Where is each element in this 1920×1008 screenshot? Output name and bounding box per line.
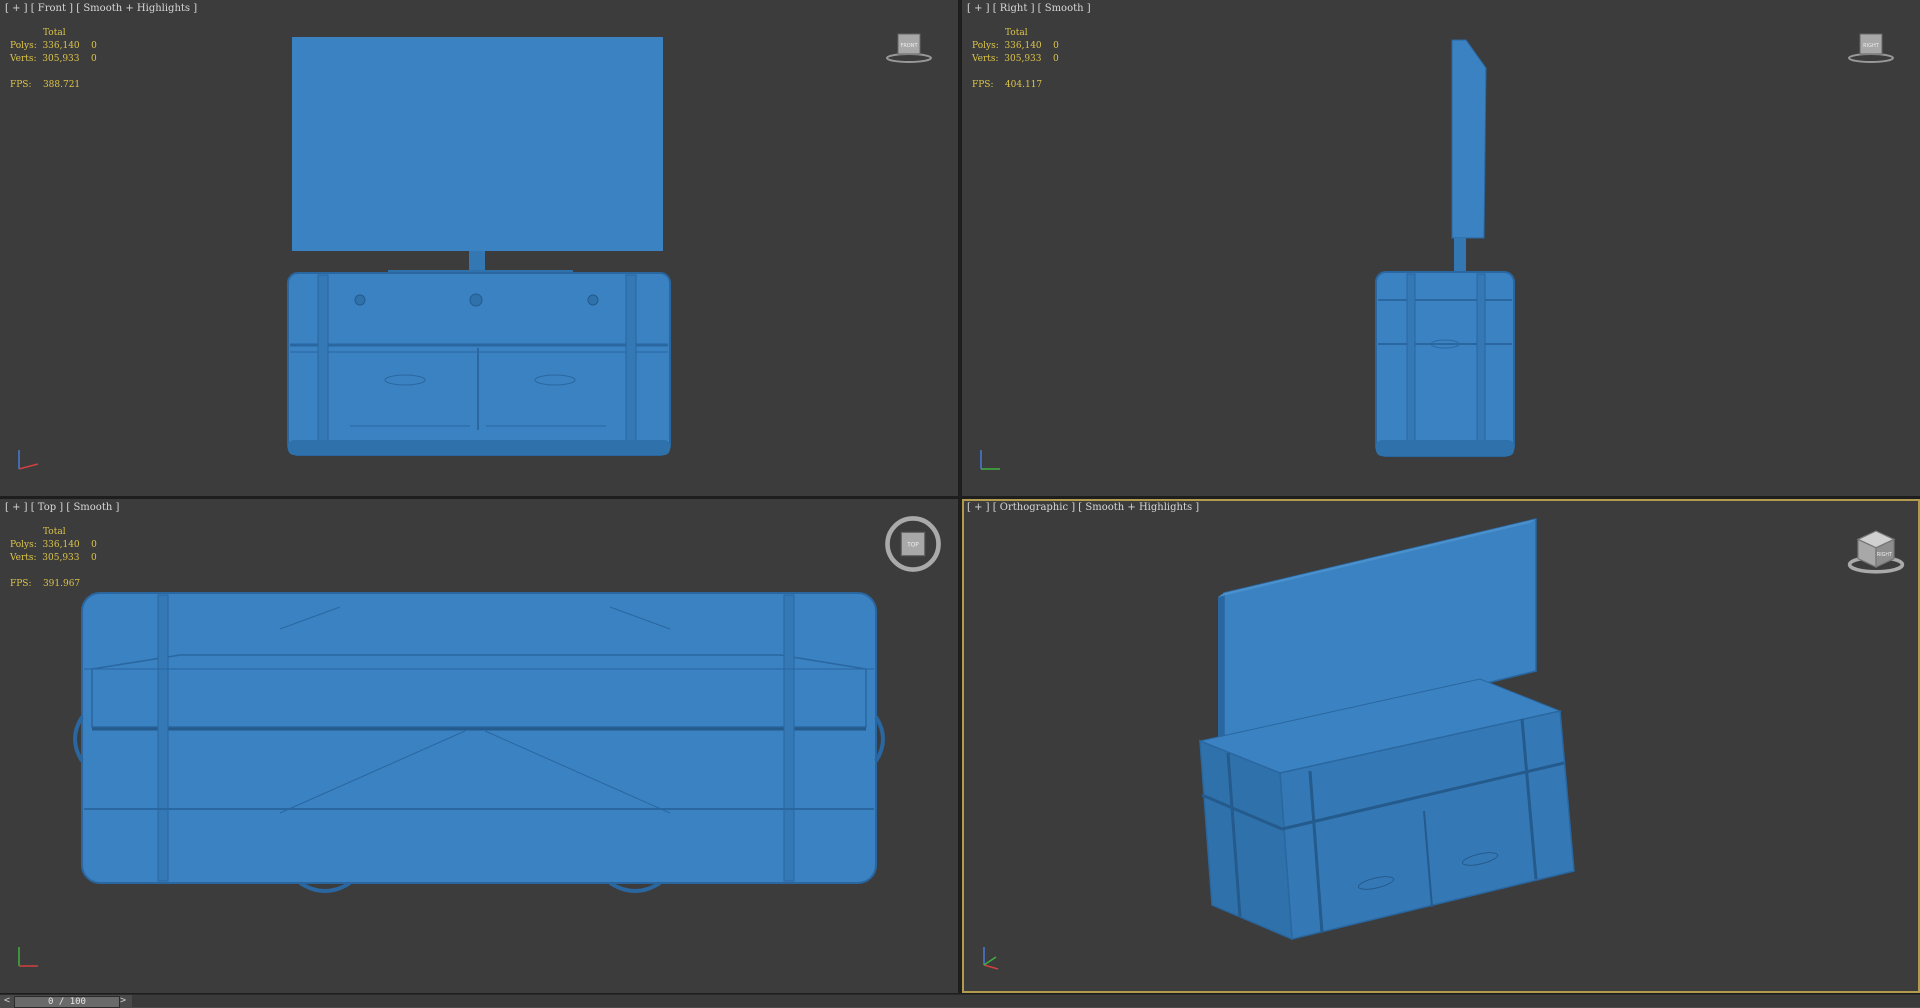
viewport-front[interactable]: [ + ] [ Front ] [ Smooth + Highlights ] …	[0, 0, 958, 496]
timeline-slider[interactable]: 0 / 100	[14, 996, 120, 1008]
model-top-view[interactable]	[0, 499, 958, 993]
model-front-view[interactable]	[0, 0, 958, 496]
timeline-track[interactable]	[132, 995, 1920, 1007]
viewport-orthographic[interactable]: [ + ] [ Orthographic ] [ Smooth + Highli…	[962, 499, 1920, 993]
axis-gizmo-icon	[980, 450, 1000, 470]
axis-gizmo-icon	[983, 947, 999, 970]
timeline-prev-button[interactable]: <	[1, 995, 13, 1007]
viewport-right[interactable]: [ + ] [ Right ] [ Smooth ] Total Polys: …	[962, 0, 1920, 496]
model-right-view[interactable]	[962, 0, 1920, 496]
axis-gizmo-icon	[18, 947, 38, 967]
model-orthographic-view[interactable]	[962, 499, 1920, 993]
axis-gizmo-icon	[18, 450, 39, 470]
timeline-next-button[interactable]: >	[117, 995, 129, 1007]
timeline-bar: < 0 / 100 >	[0, 994, 1920, 1008]
viewport-top[interactable]: [ + ] [ Top ] [ Smooth ] Total Polys: 33…	[0, 499, 958, 993]
